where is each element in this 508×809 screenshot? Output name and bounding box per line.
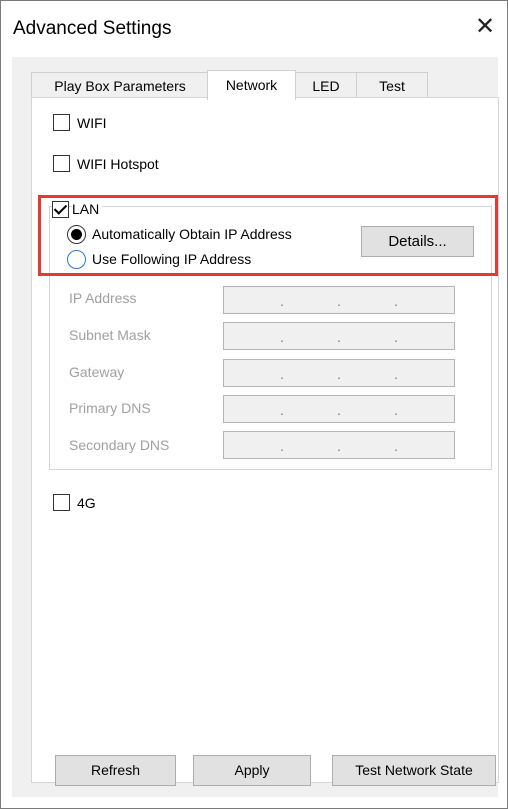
ip-dot: . [280, 402, 284, 418]
4g-checkbox[interactable] [53, 494, 70, 511]
ip-dot: . [280, 366, 284, 382]
ip-dot: . [280, 329, 284, 345]
highlight-box [38, 195, 498, 276]
wifi-checkbox[interactable] [53, 114, 70, 131]
ip-dot: . [337, 293, 341, 309]
ip-dot: . [337, 366, 341, 382]
secondary-dns-label: Secondary DNS [69, 437, 170, 453]
wifi-hotspot-label: WIFI Hotspot [77, 156, 159, 172]
ip-dot: . [394, 329, 398, 345]
tab-play-box-parameters[interactable]: Play Box Parameters [31, 72, 209, 99]
gateway-input[interactable]: . . . [223, 359, 455, 387]
subnet-mask-input[interactable]: . . . [223, 322, 455, 350]
ip-dot: . [394, 293, 398, 309]
close-icon[interactable]: ✕ [473, 15, 497, 39]
apply-button[interactable]: Apply [193, 755, 311, 786]
subnet-mask-label: Subnet Mask [69, 327, 151, 343]
ip-address-input[interactable]: . . . [223, 286, 455, 314]
ip-dot: . [337, 438, 341, 454]
gateway-label: Gateway [69, 364, 125, 380]
ip-dot: . [280, 293, 284, 309]
tab-led[interactable]: LED [294, 72, 358, 99]
primary-dns-input[interactable]: . . . [223, 395, 455, 423]
refresh-button[interactable]: Refresh [55, 755, 176, 786]
wifi-label: WIFI [77, 115, 107, 131]
wifi-hotspot-checkbox[interactable] [53, 155, 70, 172]
secondary-dns-input[interactable]: . . . [223, 431, 455, 459]
ip-dot: . [337, 329, 341, 345]
ip-dot: . [394, 366, 398, 382]
primary-dns-label: Primary DNS [69, 400, 151, 416]
window-title: Advanced Settings [13, 18, 172, 39]
4g-label: 4G [77, 495, 96, 511]
ip-dot: . [280, 438, 284, 454]
ip-address-label: IP Address [69, 290, 137, 306]
tab-test[interactable]: Test [356, 72, 428, 99]
ip-dot: . [394, 402, 398, 418]
tab-network[interactable]: Network [207, 70, 296, 100]
ip-dot: . [394, 438, 398, 454]
test-network-state-button[interactable]: Test Network State [332, 755, 496, 786]
ip-dot: . [337, 402, 341, 418]
